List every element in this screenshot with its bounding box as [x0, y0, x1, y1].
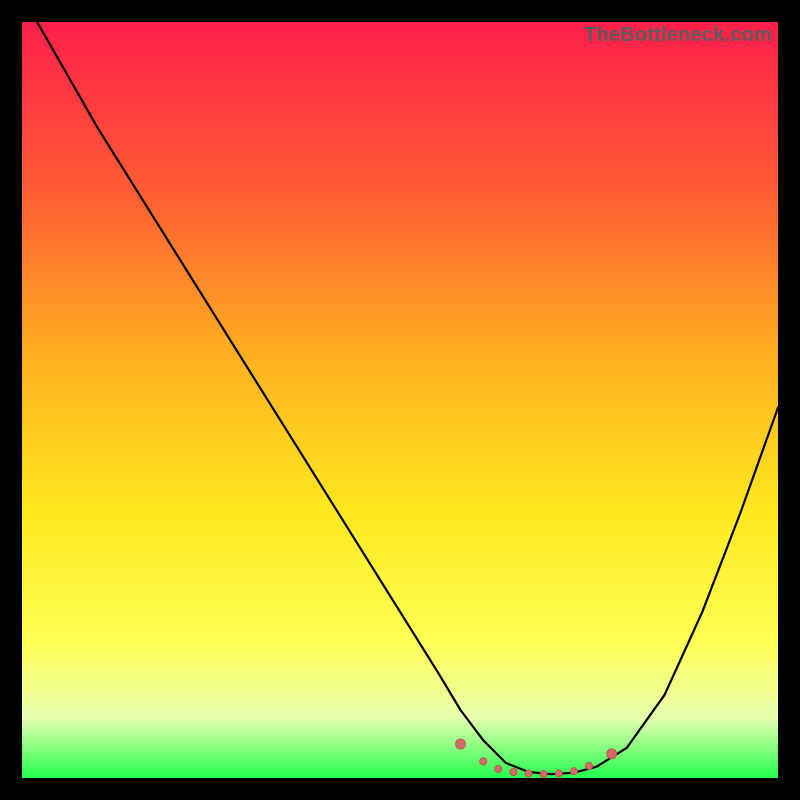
chart-frame: TheBottleneck.com [22, 22, 778, 778]
optimum-marker [570, 768, 577, 775]
optimum-marker [525, 770, 532, 777]
bottleneck-chart [22, 22, 778, 778]
watermark-text: TheBottleneck.com [584, 24, 772, 47]
optimum-marker [607, 749, 617, 759]
optimum-marker [480, 758, 487, 765]
gradient-background [22, 22, 778, 778]
optimum-marker [585, 762, 592, 769]
optimum-marker [456, 739, 466, 749]
optimum-marker [555, 770, 562, 777]
optimum-marker [510, 768, 517, 775]
optimum-marker [495, 765, 502, 772]
optimum-marker [540, 771, 547, 778]
